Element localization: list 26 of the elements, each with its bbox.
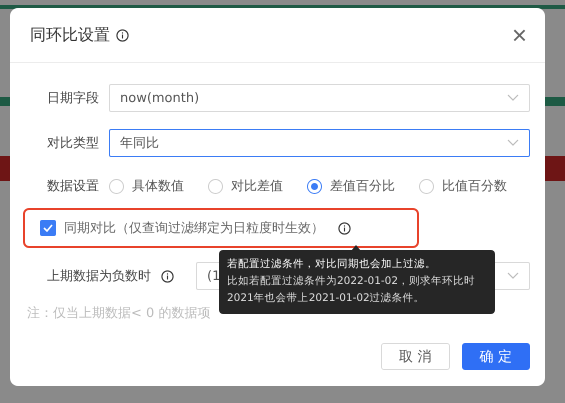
close-button[interactable]: × bbox=[512, 22, 527, 48]
chevron-down-icon bbox=[507, 139, 519, 147]
tooltip-text: 比如若配置过滤条件为2022-01-02，则求年环比时2021年也会带上2021-01-02过滤条件。 bbox=[227, 274, 476, 306]
select-field[interactable]: now(month) bbox=[109, 84, 530, 112]
radio-option[interactable]: 对比差值 bbox=[208, 177, 283, 195]
field-label: 数据设置 bbox=[47, 178, 99, 195]
tooltip-title: 若配置过滤条件，对比同期也会加上过滤。 bbox=[227, 257, 437, 272]
info-icon[interactable] bbox=[338, 222, 351, 234]
note-text: 注：仅当上期数据< 0 的数据项 bbox=[27, 305, 210, 322]
field-label: 对比类型 bbox=[47, 135, 99, 152]
info-icon[interactable] bbox=[161, 270, 174, 282]
chevron-down-icon bbox=[507, 272, 519, 280]
chevron-down-icon bbox=[507, 94, 519, 102]
select-field[interactable]: 年同比 bbox=[109, 129, 530, 157]
field-label: 日期字段 bbox=[47, 90, 99, 107]
dialog-title: 同环比设置 bbox=[30, 24, 110, 46]
checkbox[interactable] bbox=[40, 220, 56, 236]
info-icon[interactable] bbox=[116, 28, 129, 42]
radio-option[interactable]: 比值百分数 bbox=[419, 177, 507, 195]
radio-option[interactable]: 差值百分比 bbox=[307, 177, 395, 195]
cancel-button[interactable]: 取 消 bbox=[381, 343, 450, 370]
checkbox-label: 同期对比（仅查询过滤绑定为日粒度时生效） bbox=[64, 220, 324, 237]
radio-option[interactable]: 具体数值 bbox=[109, 177, 184, 195]
check-icon bbox=[43, 224, 53, 232]
confirm-button[interactable]: 确 定 bbox=[462, 343, 530, 370]
field-label: 上期数据为负数时 bbox=[47, 268, 151, 285]
